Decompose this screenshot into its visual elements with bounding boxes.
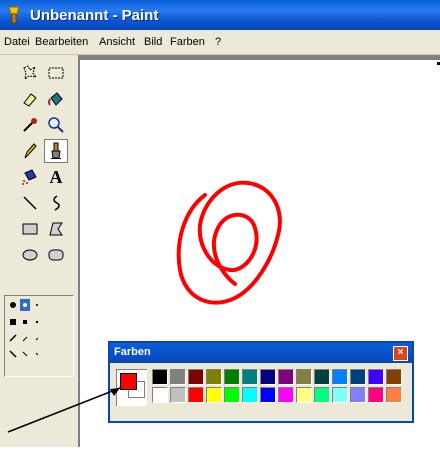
color-swatch[interactable] [188, 387, 204, 403]
brush-icon [51, 142, 61, 159]
polygon-icon [49, 222, 63, 236]
brush-shape-square-medium [23, 320, 27, 324]
menu-help[interactable]: ? [215, 36, 221, 48]
title-bar: Unbenannt - Paint [0, 0, 440, 30]
color-swatch[interactable] [152, 369, 168, 385]
color-swatch[interactable] [278, 387, 294, 403]
airbrush-icon [22, 169, 37, 185]
color-swatch[interactable] [296, 369, 312, 385]
color-swatch[interactable] [188, 369, 204, 385]
toolbox: A [0, 55, 78, 447]
palette-body [110, 363, 412, 421]
free-select-icon [23, 65, 38, 81]
curve-tool[interactable] [44, 191, 68, 215]
brush-tool[interactable] [44, 139, 68, 163]
eraser-tool[interactable] [18, 87, 42, 111]
menu-farben[interactable]: Farben [170, 36, 205, 48]
menu-ansicht[interactable]: Ansicht [99, 36, 135, 48]
menu-bearbeiten[interactable]: Bearbeiten [35, 36, 88, 48]
color-swatch[interactable] [314, 387, 330, 403]
color-swatch[interactable] [332, 387, 348, 403]
brush-shape-slash-medium [22, 336, 28, 342]
color-swatch[interactable] [386, 369, 402, 385]
fill-bucket-icon [48, 92, 63, 106]
line-icon [23, 196, 37, 210]
color-swatch[interactable] [242, 369, 258, 385]
color-swatch[interactable] [170, 369, 186, 385]
magnifier-icon [48, 117, 64, 133]
color-swatch[interactable] [260, 369, 276, 385]
rectangle-icon [22, 223, 38, 235]
menu-bar: Datei Bearbeiten Ansicht Bild Farben ? [0, 30, 440, 55]
color-palette-window: Farben × [108, 341, 414, 423]
brush-shape-round-large [10, 302, 16, 308]
text-tool[interactable]: A [44, 165, 68, 189]
color-swatch[interactable] [206, 369, 222, 385]
foreground-color [120, 373, 137, 390]
rounded-rect-icon [48, 249, 64, 261]
rect-select-icon [48, 67, 64, 79]
window-title: Unbenannt - Paint [30, 7, 159, 24]
pencil-icon [24, 143, 37, 159]
color-picker-tool[interactable] [18, 113, 42, 137]
color-swatch[interactable] [242, 387, 258, 403]
color-swatch[interactable] [170, 387, 186, 403]
brush-shape-slash-large [9, 334, 17, 342]
brush-shape-square-small [36, 321, 38, 323]
ellipse-icon [22, 249, 38, 261]
color-swatch[interactable] [368, 387, 384, 403]
line-tool[interactable] [18, 191, 42, 215]
color-swatch[interactable] [152, 387, 168, 403]
color-swatch[interactable] [260, 387, 276, 403]
tool-options [4, 295, 74, 377]
brush-shapes [9, 299, 39, 358]
polygon-tool[interactable] [44, 217, 68, 241]
pencil-tool[interactable] [18, 139, 42, 163]
fill-tool[interactable] [44, 87, 68, 111]
current-colors [116, 369, 147, 406]
brush-shape-round-medium [23, 303, 27, 307]
color-swatch[interactable] [386, 387, 402, 403]
close-icon[interactable]: × [393, 346, 408, 361]
color-swatch[interactable] [224, 387, 240, 403]
free-select-tool[interactable] [18, 61, 42, 85]
color-swatch[interactable] [224, 369, 240, 385]
palette-title: Farben [114, 346, 151, 358]
menu-datei[interactable]: Datei [4, 36, 30, 48]
brush-shape-square-large [10, 319, 16, 325]
color-swatch[interactable] [350, 369, 366, 385]
color-swatch[interactable] [296, 387, 312, 403]
color-picker-icon [23, 118, 37, 132]
color-swatch[interactable] [350, 387, 366, 403]
menu-bild[interactable]: Bild [144, 36, 162, 48]
curve-icon [53, 195, 60, 211]
color-swatch[interactable] [206, 387, 222, 403]
brush-shape-slash-small [35, 337, 39, 341]
ellipse-tool[interactable] [18, 243, 42, 267]
color-swatch[interactable] [314, 369, 330, 385]
paint-app-icon [8, 6, 20, 24]
color-swatch[interactable] [368, 369, 384, 385]
rounded-rect-tool[interactable] [44, 243, 68, 267]
rectangle-tool[interactable] [18, 217, 42, 241]
text-icon: A [49, 166, 63, 187]
brush-shape-backslash-large [9, 350, 17, 358]
color-swatch[interactable] [278, 369, 294, 385]
color-swatch[interactable] [332, 369, 348, 385]
rect-select-tool[interactable] [44, 61, 68, 85]
palette-title-bar: Farben × [110, 343, 412, 363]
brush-shape-round-small [36, 304, 38, 306]
brush-shape-backslash-small [35, 352, 39, 356]
brush-shape-backslash-medium [22, 351, 28, 357]
magnifier-tool[interactable] [44, 113, 68, 137]
eraser-icon [23, 93, 37, 107]
airbrush-tool[interactable] [18, 165, 42, 189]
